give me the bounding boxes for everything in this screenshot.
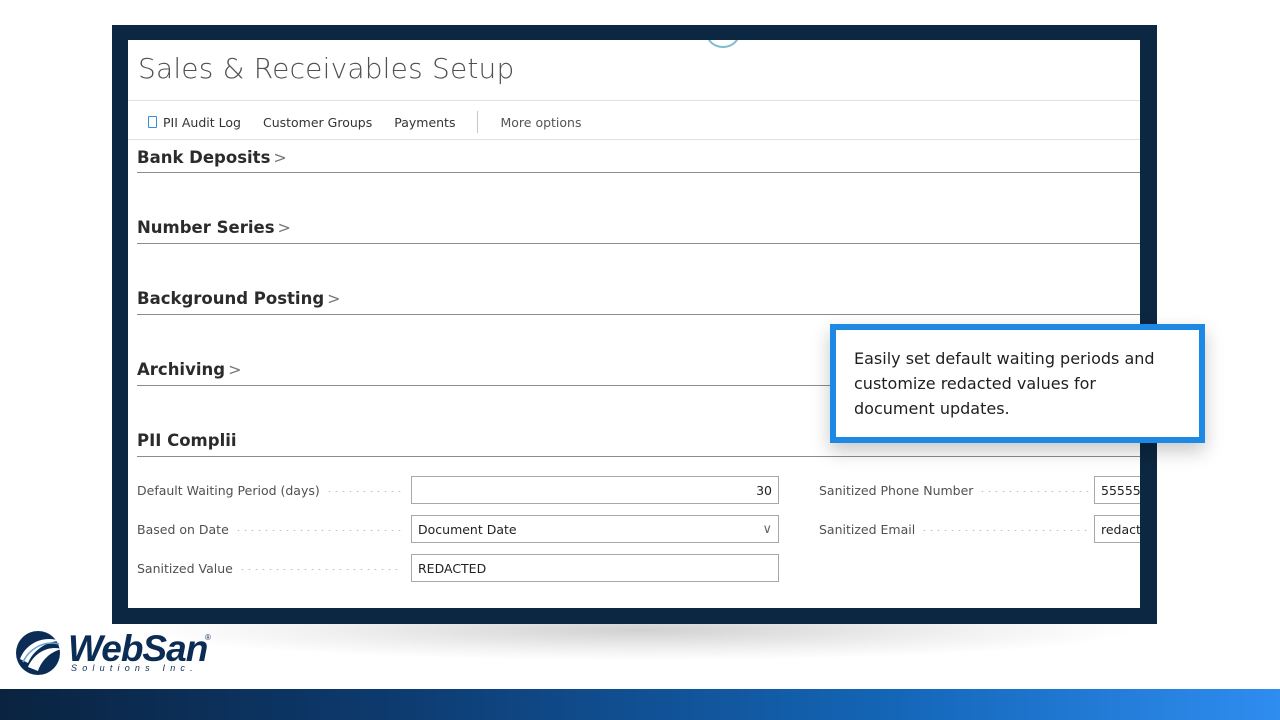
section-background-posting[interactable]: Background Posting > xyxy=(137,289,341,308)
action-separator xyxy=(477,111,479,133)
section-label: Archiving xyxy=(137,360,226,379)
more-options-action[interactable]: More options xyxy=(500,115,581,130)
circle-decoration xyxy=(706,40,740,48)
sanitized-phone-input[interactable]: 555555 xyxy=(1094,476,1140,504)
section-divider xyxy=(137,172,1140,173)
page-title: Sales & Receivables Setup xyxy=(138,52,515,85)
section-divider xyxy=(137,314,1140,315)
based-on-date-select[interactable]: Document Date ∨ xyxy=(411,515,779,543)
section-number-series[interactable]: Number Series > xyxy=(137,218,291,237)
pii-audit-log-label: PII Audit Log xyxy=(163,114,241,130)
logo-subtitle: Solutions Inc. xyxy=(71,663,198,673)
default-waiting-period-label: Default Waiting Period (days) xyxy=(137,476,402,504)
section-bank-deposits[interactable]: Bank Deposits > xyxy=(137,148,287,167)
sanitized-email-input[interactable]: redact xyxy=(1094,515,1140,543)
action-bar: PII Audit Log Customer Groups Payments M… xyxy=(148,111,603,133)
sanitized-phone-label: Sanitized Phone Number xyxy=(819,476,1089,504)
callout-text: Easily set default waiting periods and c… xyxy=(854,349,1155,418)
websan-logo-icon xyxy=(16,631,62,675)
chevron-right-icon: > xyxy=(273,148,287,167)
chevron-right-icon: > xyxy=(228,360,242,379)
chevron-right-icon: > xyxy=(277,218,291,237)
document-icon xyxy=(148,116,157,128)
based-on-date-label: Based on Date xyxy=(137,515,402,543)
chevron-down-icon: ∨ xyxy=(762,521,772,537)
section-divider xyxy=(137,243,1140,244)
pii-audit-log-action[interactable]: PII Audit Log xyxy=(148,115,241,130)
websan-logo: WebSan ® Solutions Inc. xyxy=(14,627,214,677)
section-divider xyxy=(137,456,1140,457)
sanitized-value-input[interactable]: REDACTED xyxy=(411,554,779,582)
customer-groups-action[interactable]: Customer Groups xyxy=(263,115,372,130)
section-label: Number Series xyxy=(137,218,275,237)
section-archiving[interactable]: Archiving > xyxy=(137,360,241,379)
payments-action[interactable]: Payments xyxy=(394,115,455,130)
callout-box: Easily set default waiting periods and c… xyxy=(830,324,1205,443)
default-waiting-period-input[interactable]: 30 xyxy=(411,476,779,504)
chevron-right-icon: > xyxy=(327,289,341,308)
section-label: PII Complii xyxy=(137,431,237,450)
divider xyxy=(128,100,1140,101)
registered-mark: ® xyxy=(205,633,211,642)
section-pii-complii[interactable]: PII Complii xyxy=(137,431,237,450)
footer-bar xyxy=(0,689,1280,720)
divider xyxy=(128,139,1140,140)
sanitized-value-label: Sanitized Value xyxy=(137,554,402,582)
based-on-date-value: Document Date xyxy=(418,521,517,537)
sanitized-email-label: Sanitized Email xyxy=(819,515,1089,543)
section-label: Bank Deposits xyxy=(137,148,271,167)
section-label: Background Posting xyxy=(137,289,325,308)
